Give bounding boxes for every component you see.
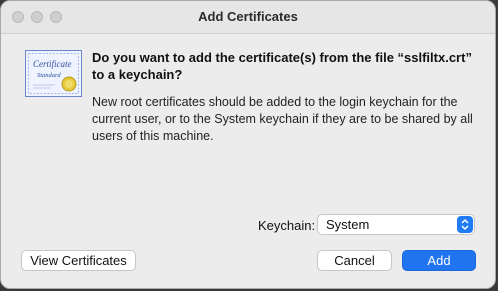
keychain-select[interactable]: System	[317, 214, 475, 235]
dialog-info: New root certificates should be added to…	[92, 95, 473, 143]
svg-text:Standard: Standard	[37, 72, 61, 79]
keychain-selected-value: System	[326, 217, 370, 232]
window-title: Add Certificates	[198, 9, 298, 24]
chevron-updown-icon	[457, 216, 473, 233]
add-certificates-dialog: Add Certificates Certificate Standard Do…	[0, 0, 496, 289]
add-button[interactable]: Add	[402, 250, 476, 271]
cancel-button[interactable]: Cancel	[317, 250, 392, 271]
title-bar: Add Certificates	[1, 1, 495, 34]
dialog-question: Do you want to add the certificate(s) fr…	[92, 50, 472, 82]
keychain-label: Keychain:	[258, 218, 316, 233]
view-certificates-button[interactable]: View Certificates	[21, 250, 136, 271]
certificate-standard-icon: Certificate Standard	[25, 47, 83, 101]
svg-text:Certificate: Certificate	[33, 59, 72, 69]
